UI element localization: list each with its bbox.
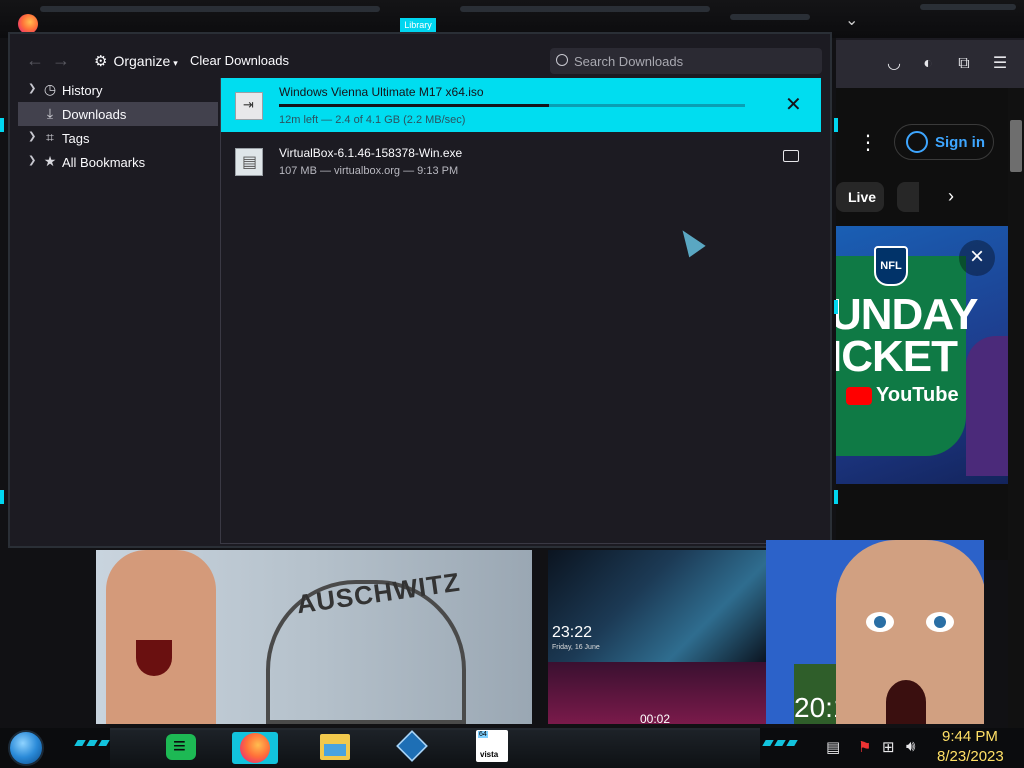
organize-label: Organize	[113, 53, 171, 69]
chevron-down-icon[interactable]: ⌄	[845, 10, 858, 30]
downloads-list: Windows Vienna Ultimate M17 x64.iso 12m …	[220, 78, 821, 544]
video-thumbnail-3[interactable]: 20:18	[766, 540, 984, 724]
chip-partial[interactable]	[897, 182, 919, 212]
lock-screen-thumbnail[interactable]: 23:22 Friday, 16 June	[548, 550, 766, 662]
eye	[926, 612, 954, 632]
download-filename: Windows Vienna Ultimate M17 x64.iso	[279, 85, 484, 99]
download-status: 107 MB — virtualbox.org — 9:13 PM	[279, 165, 459, 177]
star-icon: ★	[43, 153, 57, 169]
download-progress-fill	[279, 104, 550, 107]
sidebar-item-label: All Bookmarks	[62, 155, 146, 170]
page-scrollbar-thumb[interactable]	[1010, 120, 1022, 172]
volume-icon[interactable]: 🔊︎	[906, 738, 915, 755]
video-thumbnail-1[interactable]: AUSCHWITZ	[96, 550, 532, 724]
menu-icon[interactable]: ☰	[990, 54, 1010, 74]
youtube-play-icon	[846, 386, 872, 405]
frame-pip	[834, 300, 838, 314]
browser-toolbar: ◡ ◐ ⧉ ☰	[836, 40, 1024, 88]
folder-icon[interactable]	[783, 150, 799, 162]
frame-pip	[0, 118, 4, 132]
ad-player-figure	[966, 336, 1008, 476]
clear-downloads-button[interactable]: Clear Downloads	[190, 53, 289, 68]
lock-date: Friday, 16 June	[552, 644, 600, 651]
chevron-right-icon[interactable]: ›	[948, 186, 954, 207]
taskbar-time[interactable]: 9:44 PM	[942, 728, 998, 745]
pocket-icon[interactable]: ◡	[884, 54, 904, 74]
spotify-icon	[166, 733, 196, 760]
close-icon[interactable]: ×	[959, 240, 995, 276]
frame-pip	[834, 118, 838, 132]
file-explorer-icon	[320, 734, 350, 760]
sidebar-item-label: Tags	[62, 131, 90, 146]
youtube-logo: YouTube	[846, 384, 959, 407]
nfl-logo: NFL	[874, 246, 908, 286]
firefox-icon	[240, 733, 270, 763]
vista-badge: 64	[478, 731, 488, 738]
download-icon: ⤓	[46, 105, 54, 121]
video-duration: 00:02	[640, 712, 671, 724]
download-filename: VirtualBox-6.1.46-158378-Win.exe	[279, 146, 463, 160]
sidebar-item-tags[interactable]: ❯ ⌗ Tags	[18, 126, 218, 150]
account-icon	[906, 131, 928, 153]
ad-line-2: ICKET	[836, 332, 958, 381]
organize-button[interactable]: ⚙ Organize ▾	[94, 52, 178, 70]
taskbar-date[interactable]: 8/23/2023	[937, 748, 1004, 765]
download-progress-bar	[279, 104, 745, 107]
eye	[866, 612, 894, 632]
chevron-right-icon[interactable]: ❯	[28, 131, 36, 142]
tag-icon: ⌗	[46, 129, 54, 145]
youtube-wordmark: YouTube	[876, 384, 959, 406]
download-row[interactable]: Windows Vienna Ultimate M17 x64.iso 12m …	[221, 78, 821, 132]
extensions-icon[interactable]: ⧉	[954, 54, 974, 74]
open-mouth	[136, 640, 172, 676]
open-mouth	[886, 680, 926, 724]
exe-file-icon	[235, 148, 263, 176]
dark-reader-icon[interactable]: ◐	[918, 54, 938, 74]
library-window: ← → ⚙ Organize ▾ Clear Downloads Search Do…	[8, 32, 832, 548]
frame-pip	[834, 490, 838, 504]
search-icon	[556, 54, 568, 66]
sidebar-item-label: Downloads	[62, 107, 127, 122]
frame-deco	[920, 4, 1016, 10]
gear-icon: ⚙	[94, 53, 108, 70]
frame-deco	[40, 6, 380, 12]
show-hidden-icons[interactable]: ▤	[826, 738, 840, 756]
person-face	[106, 550, 216, 724]
download-status: 12m left — 2.4 of 4.1 GB (2.2 MB/sec)	[279, 114, 466, 126]
library-toolbar: ← → ⚙ Organize ▾ Clear Downloads Search Do…	[20, 44, 822, 78]
start-button[interactable]	[8, 730, 44, 766]
vista-label: vista	[480, 750, 499, 759]
sidebar-item-history[interactable]: ❯ ◷ History	[18, 78, 218, 102]
network-icon[interactable]: ⊞	[882, 738, 895, 756]
window-title: Library	[400, 18, 436, 32]
library-sidebar: ❯ ◷ History ⤓ Downloads ❯ ⌗ Tags ❯ ★ All…	[18, 78, 218, 544]
page-scroll-track[interactable]	[1008, 88, 1024, 728]
video-thumbnail-2[interactable]: 00:02	[548, 662, 766, 724]
forward-button[interactable]: →	[52, 50, 70, 71]
frame-deco	[730, 14, 810, 20]
chevron-down-icon: ▾	[173, 58, 178, 68]
sidebar-item-downloads[interactable]: ⤓ Downloads	[18, 102, 218, 126]
clock-icon: ◷	[43, 81, 57, 97]
firefox-icon	[18, 14, 38, 34]
frame-deco	[460, 6, 710, 12]
desktop: ◡ ◐ ⧉ ☰ ⋮ Sign in Live › NFL UNDAY ICKET…	[0, 0, 1024, 768]
more-options-icon[interactable]: ⋮	[858, 130, 878, 155]
flag-alert-icon[interactable]: ⚑	[858, 738, 871, 756]
sidebar-item-all-bookmarks[interactable]: ❯ ★ All Bookmarks	[18, 150, 218, 174]
iso-file-icon	[235, 92, 263, 120]
cancel-download-button[interactable]: ✕	[785, 92, 802, 117]
back-button[interactable]: ←	[26, 50, 44, 71]
chevron-right-icon[interactable]: ❯	[28, 83, 36, 94]
download-row[interactable]: VirtualBox-6.1.46-158378-Win.exe 107 MB …	[221, 134, 821, 188]
chip-live[interactable]: Live	[836, 182, 884, 212]
sidebar-item-label: History	[62, 83, 103, 98]
search-downloads-input[interactable]: Search Downloads	[550, 48, 822, 74]
frame-pip	[0, 490, 4, 504]
lock-time: 23:22	[552, 624, 593, 641]
chevron-right-icon[interactable]: ❯	[28, 155, 36, 166]
